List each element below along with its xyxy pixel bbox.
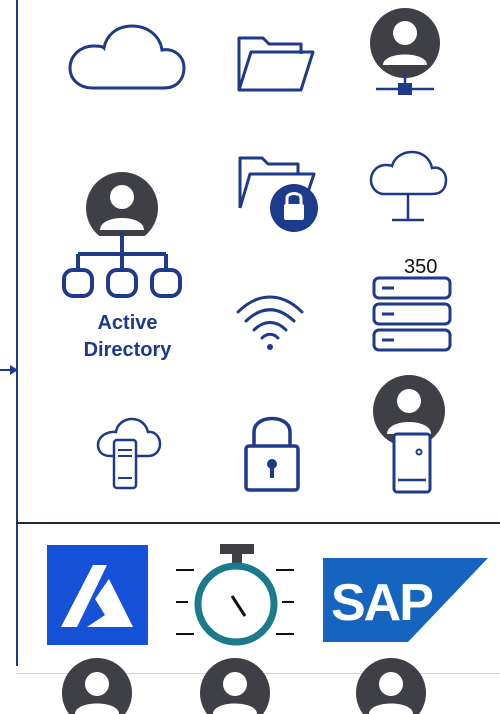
- user-avatar-timer: [200, 658, 270, 714]
- folder-icon: [237, 36, 315, 92]
- cloud-computer-icon: [96, 417, 162, 490]
- azure-logo: [47, 545, 148, 645]
- wifi-icon: [236, 295, 304, 350]
- stopwatch-icon: [176, 544, 294, 646]
- sap-logo: SAP ®: [323, 558, 488, 642]
- user-icon: [86, 172, 158, 236]
- server-stack-icon: [372, 276, 452, 352]
- cloud-icon: [68, 24, 186, 90]
- user-network-icon: [370, 8, 440, 95]
- section-divider: [16, 522, 500, 524]
- user-avatar-azure: [62, 658, 132, 714]
- cloud-network-icon: [369, 150, 448, 222]
- active-directory-line2: Directory: [83, 339, 172, 361]
- svg-text:SAP: SAP: [331, 574, 432, 632]
- user-device-icon: [373, 375, 445, 494]
- active-directory-label: Active Directory: [70, 310, 185, 364]
- active-directory-line1: Active: [97, 312, 158, 334]
- arrow-right-icon: [0, 365, 18, 375]
- left-connector-line: [16, 0, 18, 666]
- org-chart-icon: [62, 232, 182, 298]
- user-avatar-sap: [356, 658, 426, 714]
- svg-text:®: ®: [427, 630, 435, 641]
- padlock-icon: [244, 416, 300, 492]
- locked-folder-icon: [238, 156, 318, 232]
